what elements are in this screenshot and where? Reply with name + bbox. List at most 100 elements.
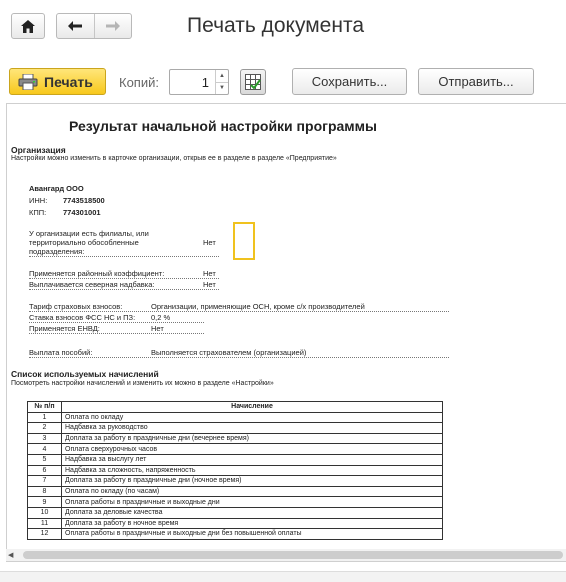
north-value: Нет <box>203 280 216 289</box>
row-accrual-name: Оплата по окладу (по часам) <box>61 485 443 498</box>
row-accrual-name: Доплата за деловые качества <box>61 506 443 519</box>
copies-stepper[interactable]: 1 ▲ ▼ <box>169 69 229 95</box>
row-number: 8 <box>27 485 62 498</box>
table-row: 5 Надбавка за выслугу лет <box>27 453 443 466</box>
highlight-box <box>233 222 255 260</box>
benefits-value: Выполняется страхователем (организацией) <box>151 348 307 357</box>
increment-button[interactable]: ▲ <box>216 70 228 82</box>
branches-label-line3: подразделения: <box>29 247 85 256</box>
tariff-value: Организации, применяющие ОСН, кроме с/х … <box>151 302 365 311</box>
table-settings-button[interactable] <box>240 69 266 95</box>
row-number: 12 <box>27 528 62 540</box>
fss-value: 0,2 % <box>151 313 171 322</box>
document-preview[interactable]: Результат начальной настройки программы … <box>6 103 566 562</box>
row-accrual-name: Оплата сверхурочных часов <box>61 443 443 455</box>
scroll-left-icon[interactable]: ◀ <box>8 551 13 559</box>
tariff-label: Тариф страховых взносов: <box>29 302 123 311</box>
table-row: 11 Доплата за работу в ночное время <box>27 517 443 530</box>
row-accrual-name: Оплата работы в праздничные и выходные д… <box>61 528 443 540</box>
table-grid-icon <box>245 74 261 90</box>
column-header-accrual: Начисление <box>61 401 443 413</box>
row-accrual-name: Оплата по окладу <box>61 411 443 424</box>
table-row: 4 Оплата сверхурочных часов <box>27 443 443 455</box>
branches-value: Нет <box>203 238 216 247</box>
send-button[interactable]: Отправить... <box>418 68 534 95</box>
printer-icon <box>18 73 38 90</box>
org-note: Настройки можно изменить в карточке орга… <box>11 155 337 162</box>
copies-value[interactable]: 1 <box>170 75 215 90</box>
regional-value: Нет <box>203 269 216 278</box>
accruals-note: Посмотреть настройки начислений и измени… <box>11 380 274 387</box>
status-strip <box>0 571 566 582</box>
row-accrual-name: Доплата за работу в праздничные дни (ноч… <box>61 475 443 487</box>
table-row: 1 Оплата по окладу <box>27 411 443 424</box>
window-title: Печать документа <box>187 14 365 37</box>
table-row: 10 Доплата за деловые качества <box>27 506 443 519</box>
branches-label-line2: территориально обособленные <box>29 238 139 247</box>
print-button[interactable]: Печать <box>9 68 106 95</box>
row-number: 1 <box>27 411 62 424</box>
regional-label: Применяется районный коэффициент: <box>29 269 165 278</box>
inn-label: ИНН: <box>29 196 48 205</box>
table-row: 9 Оплата работы в праздничные и выходные … <box>27 496 443 508</box>
divider <box>29 311 449 312</box>
org-name: Авангард ООО <box>29 184 84 193</box>
row-accrual-name: Доплата за работу в ночное время <box>61 517 443 530</box>
divider <box>29 357 449 358</box>
save-button[interactable]: Сохранить... <box>292 68 407 95</box>
column-header-number: № п/п <box>27 401 62 413</box>
table-row: 3 Доплата за работу в праздничные дни (ве… <box>27 432 443 445</box>
kpp-value: 774301001 <box>63 208 101 217</box>
kpp-label: КПП: <box>29 208 47 217</box>
table-row: 7 Доплата за работу в праздничные дни (но… <box>27 475 443 487</box>
benefits-label: Выплата пособий: <box>29 348 93 357</box>
table-header-row: № п/п Начисление <box>27 401 443 413</box>
row-accrual-name: Надбавка за руководство <box>61 422 443 434</box>
table-row: 6 Надбавка за сложность, напряженность <box>27 464 443 477</box>
copies-label: Копий: <box>119 75 159 90</box>
home-icon <box>21 19 35 33</box>
table-row: 8 Оплата по окладу (по часам) <box>27 485 443 498</box>
divider <box>29 322 204 323</box>
divider <box>29 256 219 257</box>
row-number: 3 <box>27 432 62 445</box>
org-heading: Организация <box>11 145 66 155</box>
north-label: Выплачивается северная надбавка: <box>29 280 155 289</box>
history-nav <box>56 13 132 39</box>
accruals-heading: Список используемых начислений <box>11 369 159 379</box>
envd-label: Применяется ЕНВД: <box>29 324 100 333</box>
decrement-button[interactable]: ▼ <box>216 81 228 95</box>
fss-label: Ставка взносов ФСС НС и ПЗ: <box>29 313 136 322</box>
horizontal-scrollbar[interactable]: ◀ <box>6 549 566 561</box>
forward-button[interactable] <box>93 14 131 38</box>
inn-value: 7743518500 <box>63 196 105 205</box>
envd-value: Нет <box>151 324 164 333</box>
branches-label-line1: У организации есть филиалы, или <box>29 229 149 238</box>
divider <box>29 333 204 334</box>
accruals-table: № п/п Начисление 1 Оплата по окладу 2 Надба… <box>27 401 443 540</box>
row-accrual-name: Доплата за работу в праздничные дни (веч… <box>61 432 443 445</box>
row-accrual-name: Оплата работы в праздничные и выходные д… <box>61 496 443 508</box>
scrollbar-thumb[interactable] <box>23 551 563 559</box>
row-number: 4 <box>27 443 62 455</box>
row-number: 11 <box>27 517 62 530</box>
row-accrual-name: Надбавка за выслугу лет <box>61 453 443 466</box>
home-button[interactable] <box>11 13 45 39</box>
row-number: 6 <box>27 464 62 477</box>
arrow-left-icon <box>68 21 83 31</box>
divider <box>29 278 219 279</box>
report-title: Результат начальной настройки программы <box>69 118 377 134</box>
row-number: 9 <box>27 496 62 508</box>
row-accrual-name: Надбавка за сложность, напряженность <box>61 464 443 477</box>
print-button-label: Печать <box>44 73 93 90</box>
back-button[interactable] <box>57 14 94 38</box>
copies-spin: ▲ ▼ <box>215 70 228 94</box>
row-number: 7 <box>27 475 62 487</box>
arrow-right-icon <box>105 21 120 31</box>
row-number: 10 <box>27 506 62 519</box>
row-number: 5 <box>27 453 62 466</box>
table-row: 2 Надбавка за руководство <box>27 422 443 434</box>
table-row: 12 Оплата работы в праздничные и выходные… <box>27 528 443 540</box>
divider <box>29 289 219 290</box>
row-number: 2 <box>27 422 62 434</box>
